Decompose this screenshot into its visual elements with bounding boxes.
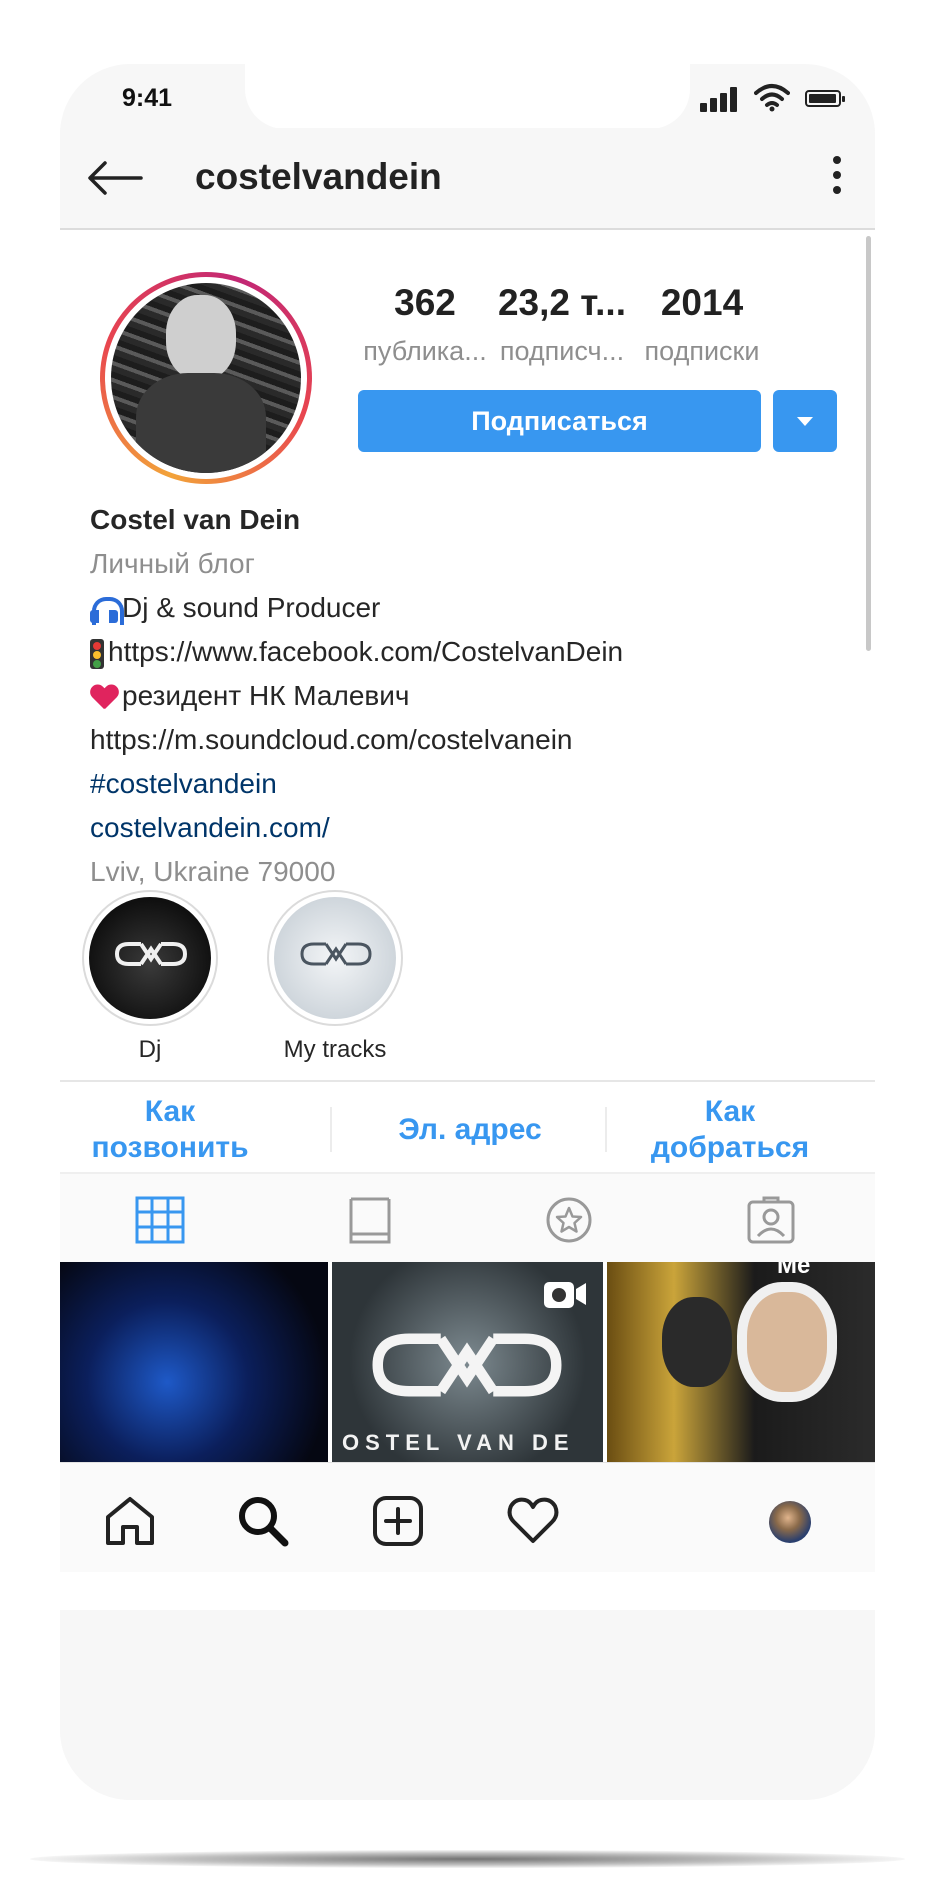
person-silhouette: [737, 1282, 837, 1402]
person-silhouette: [662, 1297, 732, 1387]
profile-tabs: [60, 1172, 875, 1262]
post-thumbnail[interactable]: [60, 1262, 328, 1462]
cvd-logo-icon: [372, 1333, 562, 1397]
stat-followers[interactable]: 23,2 т... подписч...: [492, 282, 632, 367]
follow-button[interactable]: Подписаться: [358, 390, 761, 452]
notch: [245, 64, 690, 129]
add-post-icon[interactable]: [370, 1493, 426, 1549]
highlight-my-tracks[interactable]: My tracks: [265, 890, 405, 1064]
post-overlay-text: Me: [777, 1262, 811, 1279]
bio-website-link[interactable]: costelvandein.com/: [90, 806, 850, 850]
bio-line-resident-text: резидент НК Малевич: [122, 680, 410, 711]
stat-posts[interactable]: 362 публика...: [360, 282, 490, 367]
stat-following[interactable]: 2014 подписки: [632, 282, 772, 367]
contact-actions-bar: Как позвонить Эл. адрес Как добраться: [60, 1080, 875, 1172]
profile-stats: 362 публика... 23,2 т... подписч... 2014…: [360, 282, 865, 372]
home-icon[interactable]: [102, 1493, 158, 1549]
stat-following-value: 2014: [660, 282, 744, 323]
stat-following-label: подписки: [644, 336, 760, 366]
phone-bottom-bezel: [60, 1610, 875, 1800]
bio-line-soundcloud: https://m.soundcloud.com/costelvanein: [90, 724, 573, 755]
bio-line-facebook: https://www.facebook.com/CostelvanDein: [90, 630, 850, 674]
call-button[interactable]: Как позвонить: [80, 1094, 260, 1166]
bio-line-facebook-text: https://www.facebook.com/CostelvanDein: [108, 636, 624, 667]
battery-icon: [805, 90, 845, 107]
headphones-icon: [90, 596, 124, 625]
story-highlights: Dj My tracks: [60, 890, 875, 1063]
video-camera-icon: [544, 1282, 586, 1308]
grid-icon[interactable]: [135, 1196, 185, 1244]
phone-shadow: [30, 1850, 905, 1868]
email-button[interactable]: Эл. адрес: [340, 1112, 600, 1148]
directions-button[interactable]: Как добраться: [620, 1094, 840, 1166]
chevron-down-icon: [797, 417, 813, 426]
stat-followers-label: подписч...: [499, 336, 625, 366]
highlight-dj[interactable]: Dj: [80, 890, 220, 1064]
directions-button-line2: добраться: [650, 1131, 810, 1164]
igtv-icon[interactable]: [345, 1196, 395, 1244]
scrollbar[interactable]: [866, 236, 871, 651]
highlight-label: My tracks: [283, 1036, 387, 1063]
call-button-line1: Как: [144, 1095, 196, 1128]
bottom-navigation: [60, 1462, 875, 1572]
profile-avatar[interactable]: [769, 1501, 811, 1543]
search-icon[interactable]: [235, 1493, 291, 1549]
profile-display-name: Costel van Dein: [90, 504, 301, 535]
directions-button-line1: Как: [704, 1095, 756, 1128]
post-thumbnail[interactable]: Me: [607, 1262, 875, 1462]
profile-category: Личный блог: [90, 548, 255, 579]
divider: [330, 1107, 332, 1152]
profile-bio: Costel van Dein Личный блог Dj & sound P…: [90, 498, 850, 894]
post-thumbnail[interactable]: OSTEL VAN DE: [332, 1262, 603, 1462]
status-time: 9:41: [122, 84, 173, 112]
back-arrow-icon[interactable]: [85, 158, 145, 198]
cvd-logo-icon: [300, 942, 372, 966]
cellular-signal-icon: [700, 86, 744, 112]
highlight-label: Dj: [138, 1036, 162, 1063]
phone-frame: 9:41 costelvandein 362 публика... 23,2 т…: [60, 64, 875, 1800]
red-heart-icon: [90, 685, 118, 711]
bio-line-resident: резидент НК Малевич: [90, 674, 850, 718]
suggested-accounts-dropdown-button[interactable]: [773, 390, 837, 452]
profile-header: costelvandein: [60, 128, 875, 230]
bio-location: Lviv, Ukraine 79000: [90, 856, 336, 887]
posts-grid: OSTEL VAN DE Me: [60, 1262, 875, 1462]
profile-avatar-story-ring[interactable]: [100, 272, 312, 484]
guides-icon[interactable]: [544, 1196, 594, 1244]
header-username: costelvandein: [195, 156, 442, 197]
call-button-line2: позвонить: [91, 1131, 249, 1164]
profile-photo: [111, 283, 301, 473]
tagged-icon[interactable]: [746, 1196, 796, 1244]
stat-followers-value: 23,2 т...: [497, 282, 626, 323]
bio-line-dj-text: Dj & sound Producer: [122, 592, 381, 623]
stat-posts-label: публика...: [363, 336, 487, 366]
stat-posts-value: 362: [394, 282, 456, 323]
profile-content[interactable]: 362 публика... 23,2 т... подписч... 2014…: [60, 230, 875, 1610]
bio-line-dj: Dj & sound Producer: [90, 586, 850, 630]
cvd-logo-icon: [115, 942, 188, 966]
post-overlay-text: OSTEL VAN DE: [342, 1430, 575, 1455]
divider: [605, 1107, 607, 1152]
more-options-icon[interactable]: [830, 156, 844, 200]
traffic-light-icon: [90, 638, 104, 669]
wifi-icon: [754, 84, 790, 112]
heart-icon[interactable]: [505, 1493, 561, 1549]
bio-hashtag-link[interactable]: #costelvandein: [90, 762, 850, 806]
